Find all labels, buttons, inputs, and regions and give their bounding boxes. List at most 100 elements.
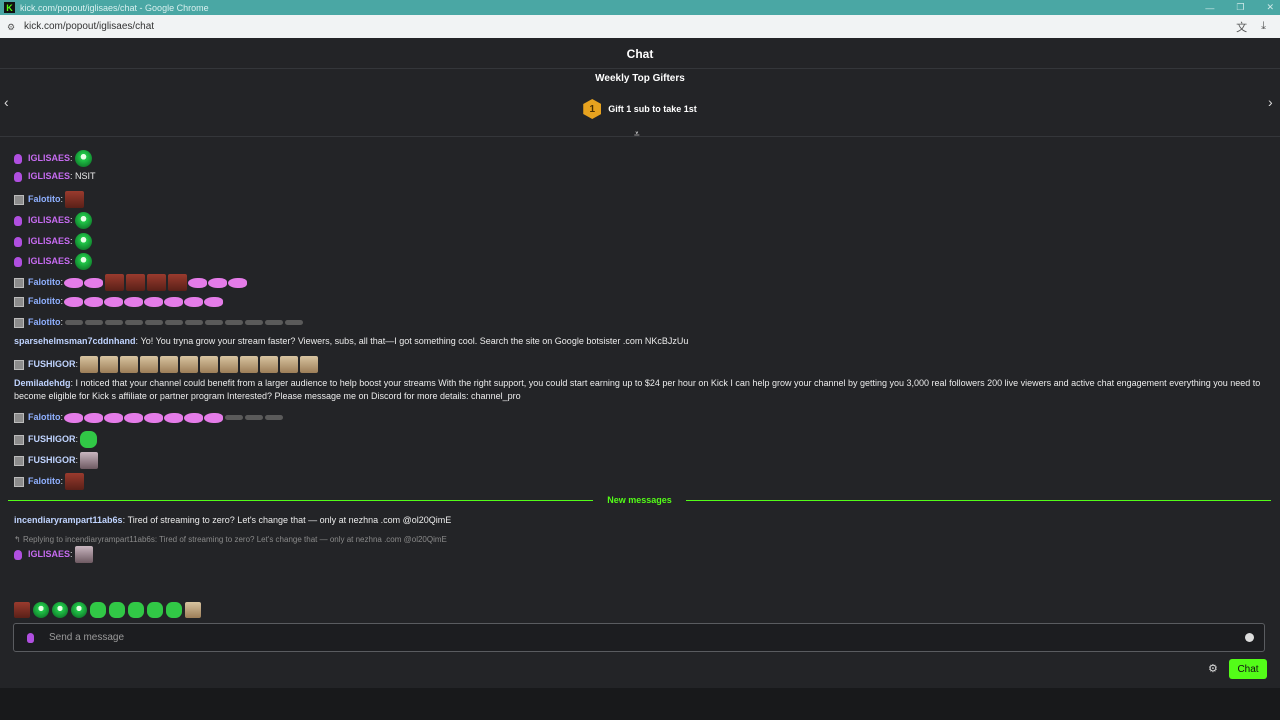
gift-cta: Gift 1 sub to take 1st bbox=[608, 104, 697, 114]
emote-icon bbox=[144, 412, 164, 423]
emote-icon[interactable] bbox=[90, 602, 106, 618]
emote-icon bbox=[265, 320, 284, 325]
username[interactable]: sparsehelmsman7cddnhand bbox=[14, 335, 136, 348]
reply-context[interactable]: ↰ Replying to incendiaryrampart11ab6s: T… bbox=[14, 535, 447, 544]
separator: : bbox=[70, 549, 73, 559]
emote-icon bbox=[200, 356, 219, 373]
user-badge-icon bbox=[14, 476, 24, 487]
username[interactable]: FUSHIGOR bbox=[28, 433, 76, 446]
username[interactable]: Falotito bbox=[28, 411, 61, 424]
gifters-title: Weekly Top Gifters bbox=[595, 73, 685, 84]
reply-icon: ↰ bbox=[14, 535, 21, 544]
emote-icon[interactable] bbox=[166, 602, 182, 618]
download-icon[interactable]: ⤓ bbox=[1261, 20, 1266, 33]
username[interactable]: IGLISAES bbox=[28, 170, 70, 183]
username[interactable]: incendiaryrampart11ab6s bbox=[14, 514, 123, 527]
username[interactable]: FUSHIGOR bbox=[28, 454, 76, 467]
user-badge-icon bbox=[14, 434, 24, 445]
emote-icon bbox=[124, 412, 144, 423]
user-badge-icon bbox=[14, 317, 24, 328]
emote-icon bbox=[74, 150, 92, 167]
site-info-icon[interactable]: ⚙ bbox=[7, 22, 17, 31]
message-input[interactable] bbox=[47, 631, 1245, 644]
emote-icon bbox=[208, 277, 228, 288]
list-item: Falotito: bbox=[14, 411, 284, 424]
username[interactable]: IGLISAES bbox=[28, 214, 70, 227]
separator: : bbox=[70, 171, 73, 181]
separator: : bbox=[70, 215, 73, 225]
separator: : bbox=[60, 412, 64, 422]
list-item: Falotito: bbox=[14, 473, 85, 490]
username[interactable]: Falotito bbox=[28, 193, 61, 206]
emote-icon[interactable] bbox=[109, 602, 125, 618]
username[interactable]: IGLISAES bbox=[28, 548, 70, 561]
minimize-icon[interactable]: — bbox=[1205, 3, 1214, 13]
username[interactable]: FUSHIGOR bbox=[28, 358, 76, 371]
list-item: FUSHIGOR: bbox=[14, 452, 99, 469]
mic-badge-icon bbox=[14, 236, 22, 247]
list-item: Falotito: bbox=[14, 191, 85, 208]
username[interactable]: IGLISAES bbox=[28, 235, 70, 248]
username[interactable]: Falotito bbox=[28, 276, 61, 289]
emote-icon[interactable] bbox=[14, 602, 30, 618]
separator: : bbox=[75, 455, 79, 465]
username[interactable]: Falotito bbox=[28, 295, 61, 308]
emote-icon bbox=[164, 296, 184, 307]
mic-badge-icon bbox=[14, 153, 22, 164]
emote-icon bbox=[85, 320, 104, 325]
window-titlebar: K kick.com/popout/iglisaes/chat - Google… bbox=[0, 0, 1280, 15]
emoji-picker-icon[interactable] bbox=[1245, 633, 1254, 642]
list-item: IGLISAES: bbox=[14, 233, 92, 250]
username[interactable]: Falotito bbox=[28, 475, 61, 488]
gifter-slot[interactable]: 1 Gift 1 sub to take 1st bbox=[0, 99, 1280, 119]
mic-badge-icon bbox=[14, 215, 22, 226]
send-chat-button[interactable]: Chat bbox=[1229, 659, 1267, 679]
address-bar[interactable]: ⚙ kick.com/popout/iglisaes/chat 文 ⤓ bbox=[0, 15, 1280, 39]
emote-icon bbox=[240, 356, 259, 373]
collapse-pinned-icon[interactable]: ⩡ bbox=[634, 129, 640, 140]
new-messages-label: New messages bbox=[601, 495, 678, 505]
username[interactable]: Falotito bbox=[28, 316, 61, 329]
emote-icon bbox=[125, 320, 144, 325]
emote-icon bbox=[144, 296, 164, 307]
close-icon[interactable]: ✕ bbox=[1266, 2, 1274, 13]
user-badge-icon bbox=[14, 455, 24, 466]
emote-icon bbox=[260, 356, 279, 373]
emote-icon bbox=[205, 320, 224, 325]
separator: : bbox=[75, 359, 79, 369]
emote-icon bbox=[104, 412, 124, 423]
emote-icon bbox=[147, 274, 167, 291]
translate-icon[interactable]: 文 bbox=[1236, 19, 1247, 35]
emote-icon[interactable] bbox=[52, 602, 68, 618]
separator: : bbox=[135, 336, 139, 346]
username[interactable]: IGLISAES bbox=[28, 152, 70, 165]
chat-title: Chat bbox=[626, 47, 654, 61]
emote-icon bbox=[105, 320, 124, 325]
mic-badge-icon bbox=[27, 632, 34, 643]
separator: : bbox=[75, 434, 79, 444]
divider bbox=[0, 68, 1280, 69]
new-messages-divider[interactable]: New messages bbox=[8, 493, 1271, 507]
separator: : bbox=[70, 153, 73, 163]
list-item: IGLISAES: NSIT bbox=[14, 170, 96, 183]
url-text[interactable]: kick.com/popout/iglisaes/chat bbox=[24, 21, 154, 32]
settings-gear-icon[interactable]: ⚙ bbox=[1208, 662, 1218, 675]
emote-icon bbox=[74, 233, 92, 250]
emote-icon[interactable] bbox=[33, 602, 49, 618]
separator: : bbox=[70, 378, 74, 388]
emote-icon bbox=[265, 415, 284, 420]
restore-icon[interactable]: ❐ bbox=[1236, 2, 1244, 13]
divider bbox=[0, 136, 1280, 137]
message-input-box[interactable] bbox=[13, 623, 1265, 652]
emote-icon[interactable] bbox=[128, 602, 144, 618]
emote-icon[interactable] bbox=[147, 602, 163, 618]
list-item: Falotito: bbox=[14, 316, 304, 329]
emote-icon bbox=[80, 356, 99, 373]
separator: : bbox=[60, 194, 64, 204]
username[interactable]: Demiladehdg bbox=[14, 378, 71, 388]
emote-icon bbox=[80, 452, 99, 469]
emote-icon[interactable] bbox=[185, 602, 201, 618]
emote-icon[interactable] bbox=[71, 602, 87, 618]
list-item: IGLISAES: bbox=[14, 546, 93, 563]
username[interactable]: IGLISAES bbox=[28, 255, 70, 268]
